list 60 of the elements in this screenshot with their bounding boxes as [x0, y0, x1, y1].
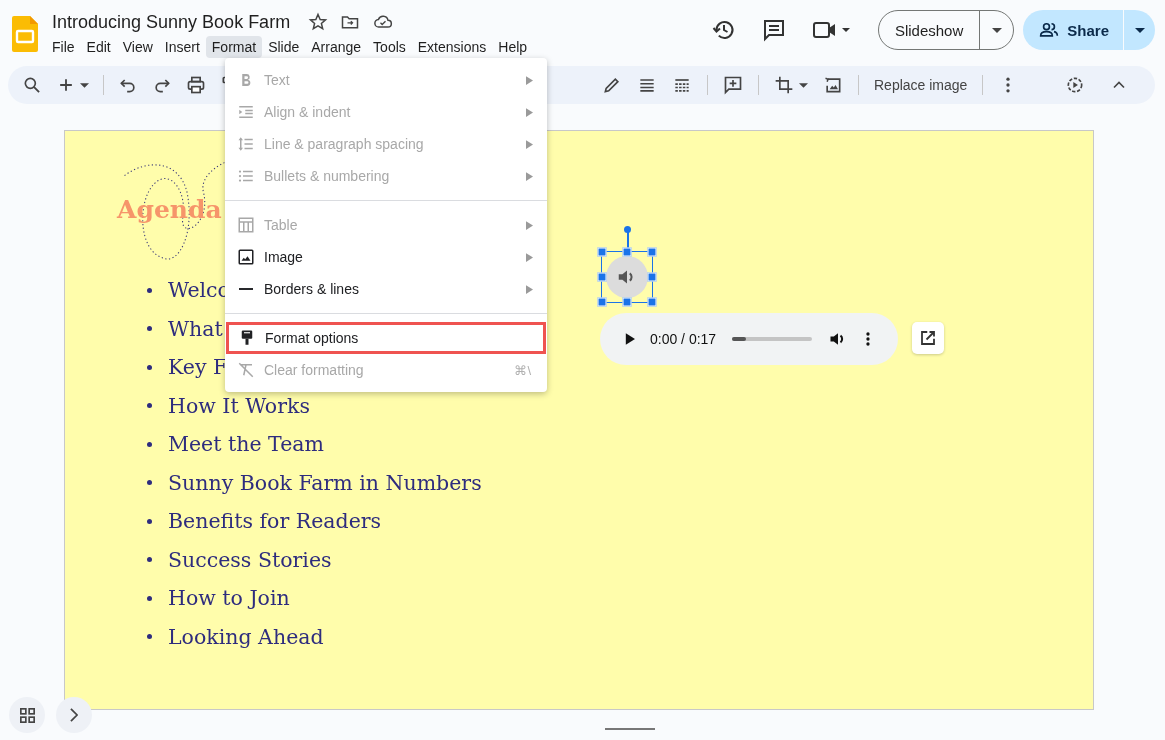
image-icon: [237, 248, 255, 266]
print-icon[interactable]: [186, 75, 206, 95]
table-icon: [237, 216, 255, 234]
shortcut-text: ⌘\: [514, 362, 531, 378]
clear-formatting-icon: [237, 361, 255, 379]
indent-icon: [237, 103, 255, 121]
menu-item[interactable]: Format options: [226, 322, 546, 354]
people-icon: [1039, 20, 1060, 40]
pencil-icon[interactable]: [602, 75, 622, 95]
submenu-arrow-icon: [526, 107, 533, 117]
menu-bar-item[interactable]: Insert: [158, 36, 206, 58]
menu-bar-item[interactable]: File: [46, 36, 81, 58]
resize-handle[interactable]: [605, 728, 655, 730]
menu-bar-item[interactable]: Extensions: [411, 36, 493, 58]
star-icon[interactable]: [308, 12, 329, 32]
search-icon[interactable]: [22, 75, 42, 95]
menu-bar-item[interactable]: Arrange: [305, 36, 368, 58]
audio-progress-track[interactable]: [732, 337, 813, 341]
audio-time: 0:00 / 0:17: [649, 331, 717, 347]
submenu-arrow-icon: [526, 220, 533, 230]
line-icon: [239, 288, 253, 290]
document-title[interactable]: Introducing Sunny Book Farm: [52, 11, 291, 33]
submenu-arrow-icon: [526, 252, 533, 262]
bullet-item: Benefits for Readers: [147, 502, 482, 541]
menu-item[interactable]: Image: [225, 241, 547, 273]
reset-image-icon[interactable]: [823, 75, 843, 95]
submenu-arrow-icon: [526, 139, 533, 149]
caret-icon: [1134, 27, 1145, 33]
bullet-item: Meet the Team: [147, 425, 482, 464]
menu-item[interactable]: Borders & lines: [225, 273, 547, 305]
expand-button[interactable]: [56, 697, 92, 733]
history-icon[interactable]: [711, 18, 736, 42]
menu-bar-item[interactable]: Slide: [262, 36, 306, 58]
open-external-button[interactable]: [912, 322, 944, 354]
bullet-item: Sunny Book Farm in Numbers: [147, 463, 482, 502]
caret-icon: [991, 27, 1002, 33]
menu-bar-item[interactable]: Edit: [80, 36, 117, 58]
add-comment-icon[interactable]: [723, 75, 743, 95]
motion-icon[interactable]: [1065, 75, 1085, 95]
menu-bar-item[interactable]: View: [116, 36, 159, 58]
menu-bar-item[interactable]: Help: [492, 36, 534, 58]
chevron-right-icon: [70, 708, 78, 722]
menu-bar-item[interactable]: Tools: [367, 36, 412, 58]
submenu-arrow-icon: [526, 284, 533, 294]
external-link-icon: [919, 329, 937, 347]
grid-icon: [19, 707, 35, 723]
bullet-item: How to Join: [147, 579, 482, 618]
bullet-item: Success Stories: [147, 540, 482, 579]
selected-speaker-drawing[interactable]: [596, 224, 658, 308]
crop-icon[interactable]: [774, 75, 794, 95]
submenu-arrow-icon: [526, 75, 533, 85]
menu-bar-item[interactable]: Format: [205, 36, 263, 58]
grid-view-button[interactable]: [9, 697, 45, 733]
caret-icon[interactable]: [80, 82, 89, 88]
bullet-item: Looking Ahead: [147, 617, 482, 656]
replace-image-button[interactable]: Replace image: [874, 77, 968, 93]
comment-icon[interactable]: [761, 18, 786, 42]
line-spacing-icon: [237, 135, 255, 153]
caret-icon[interactable]: [799, 82, 808, 88]
submenu-arrow-icon: [526, 171, 533, 181]
